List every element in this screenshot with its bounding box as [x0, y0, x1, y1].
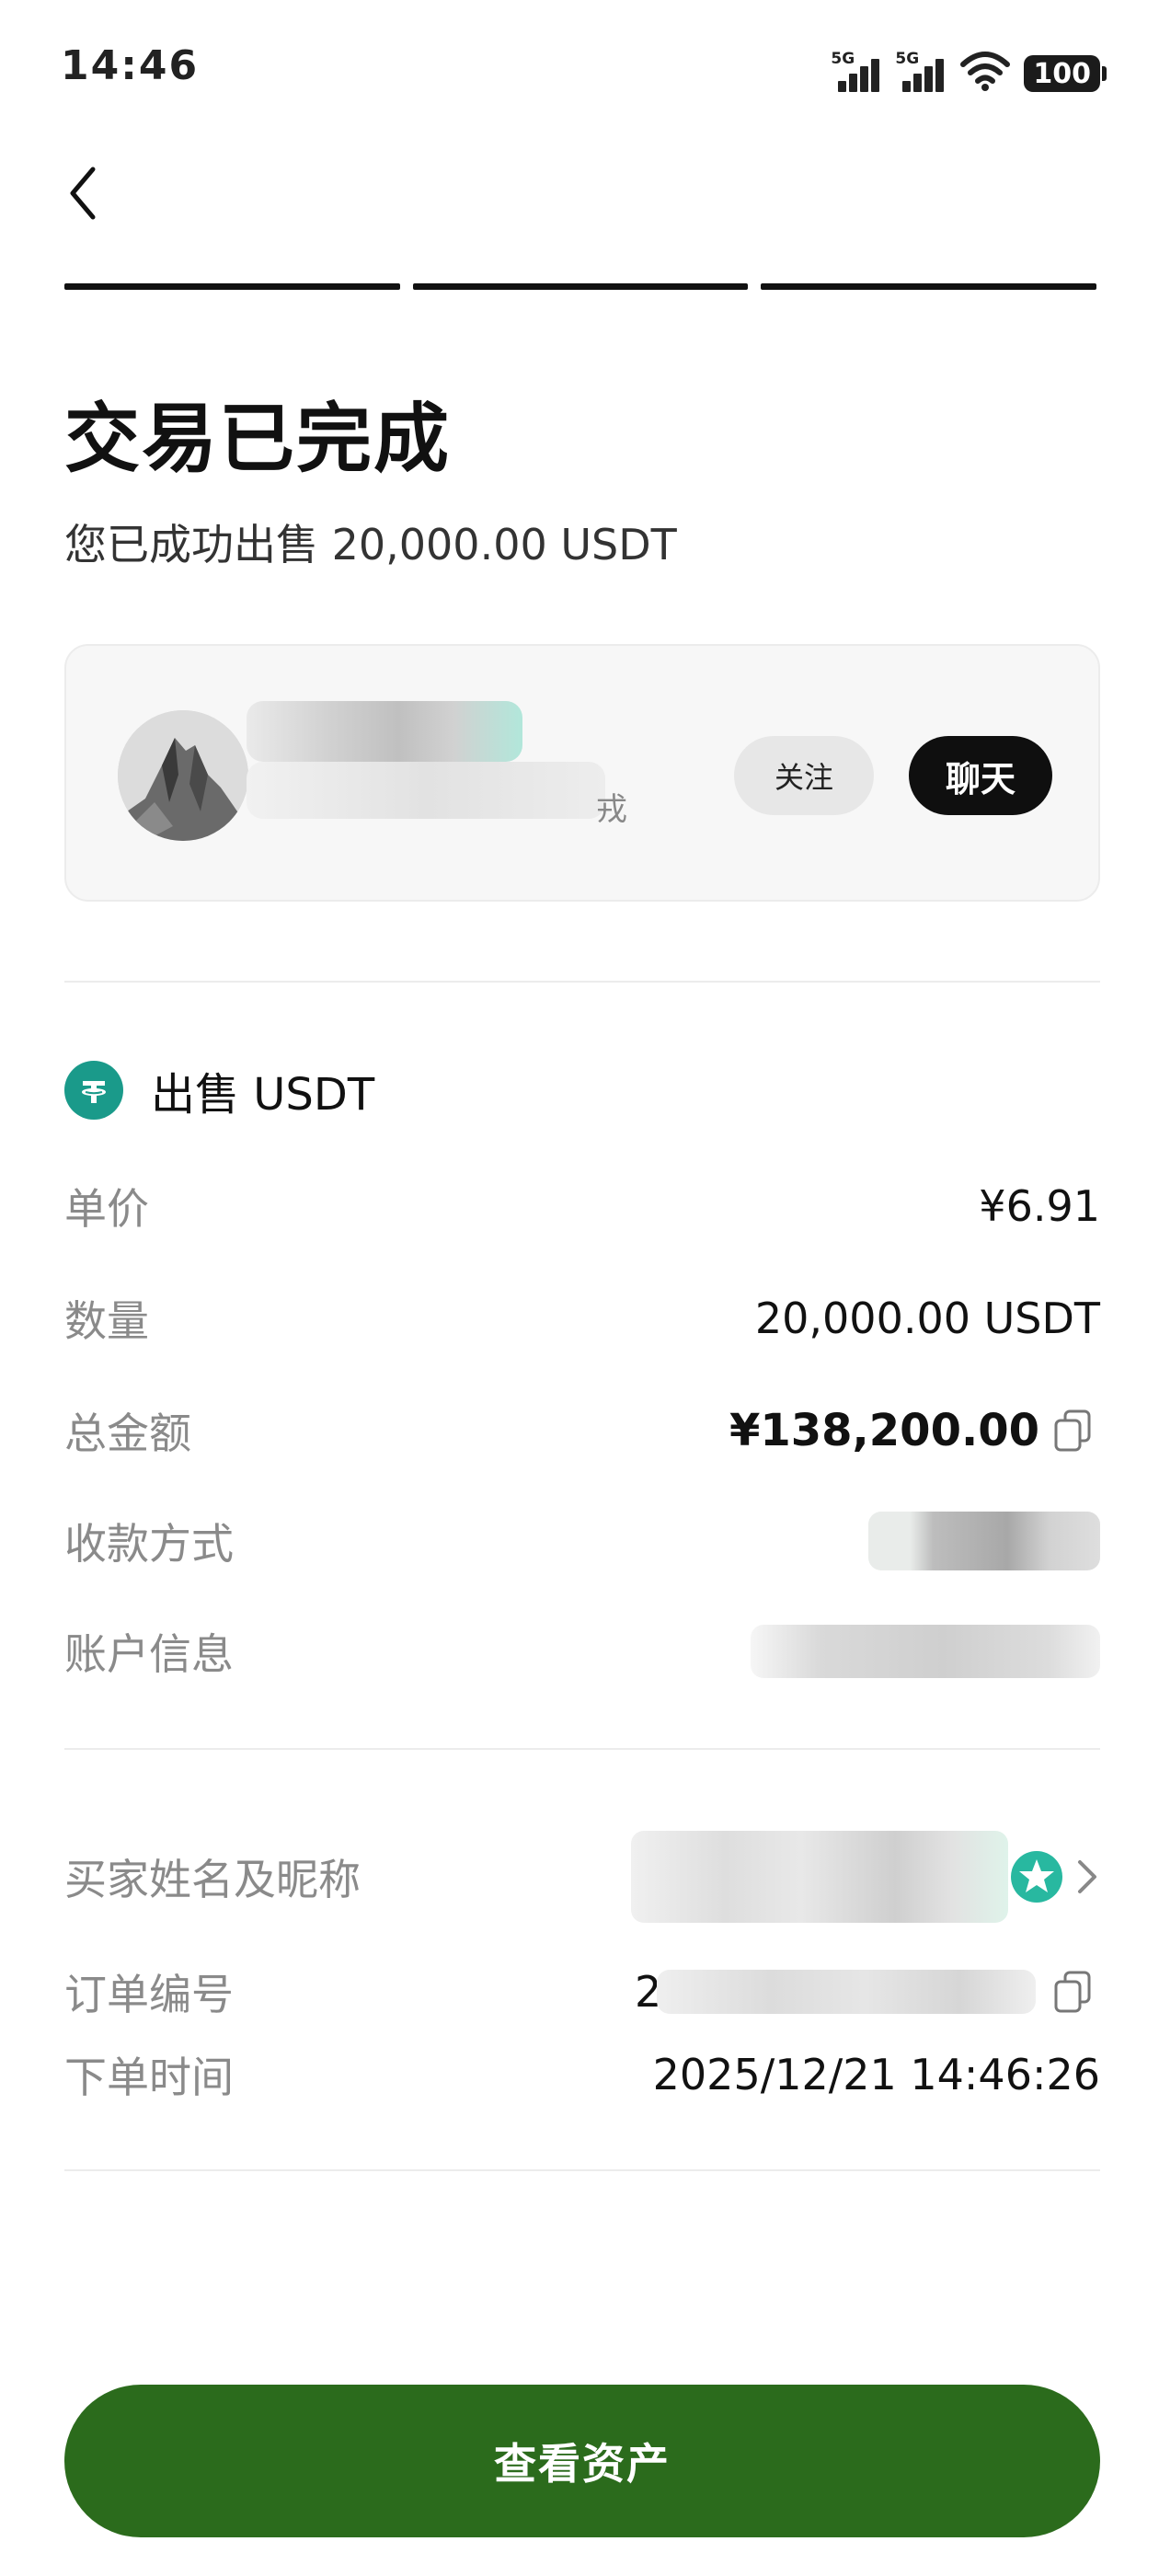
user-info-suffix: 戎: [596, 791, 627, 828]
divider: [64, 2169, 1100, 2171]
account-info-label: 账户信息: [64, 1629, 234, 1679]
counterparty-card: 戎 关注 聊天: [64, 644, 1100, 902]
chat-button[interactable]: 聊天: [909, 736, 1052, 815]
chevron-left-icon: [70, 167, 96, 220]
payment-method-label: 收款方式: [64, 1519, 234, 1569]
avatar[interactable]: [118, 710, 248, 841]
order-number-row: 订单编号 2: [64, 1960, 1100, 2024]
status-time: 14:46: [61, 42, 200, 89]
blurred-buyer-name: [631, 1831, 1008, 1923]
battery-level: 100: [1033, 57, 1091, 90]
section-title: 出售 USDT: [151, 1069, 375, 1121]
progress-step: [761, 283, 1097, 290]
blurred-order-number: [657, 1970, 1036, 2014]
progress-step: [64, 283, 400, 290]
back-button[interactable]: [55, 156, 110, 230]
blurred-nickname: [247, 701, 522, 762]
battery-icon: 100: [1024, 55, 1107, 92]
total-row: 总金额 ¥138,200.00: [64, 1398, 1100, 1463]
account-info-row: 账户信息: [64, 1619, 1100, 1684]
price-label: 单价: [64, 1184, 149, 1234]
price-value: ¥6.91: [979, 1181, 1100, 1231]
signal-label: 5G: [831, 50, 855, 68]
blurred-payment-method: [868, 1512, 1100, 1570]
divider: [64, 981, 1100, 983]
quantity-value: 20,000.00 USDT: [754, 1294, 1100, 1343]
view-assets-button[interactable]: 查看资产: [64, 2385, 1100, 2537]
order-number-label: 订单编号: [64, 1970, 234, 2019]
quantity-label: 数量: [64, 1296, 149, 1346]
page-title: 交易已完成: [64, 396, 452, 483]
order-time-label: 下单时间: [64, 2053, 234, 2102]
follow-button[interactable]: 关注: [734, 736, 874, 815]
payment-method-row: 收款方式: [64, 1509, 1100, 1573]
order-time-row: 下单时间 2025/12/21 14:46:26: [64, 2042, 1100, 2107]
wifi-icon: [960, 52, 1011, 91]
copy-icon[interactable]: [1054, 1409, 1091, 1452]
signal-label-2: 5G: [895, 50, 920, 68]
quantity-row: 数量 20,000.00 USDT: [64, 1286, 1100, 1351]
verified-badge-icon: [1011, 1851, 1062, 1903]
status-icons: 5G 5G 100: [831, 46, 1107, 92]
tether-icon: [64, 1061, 123, 1120]
status-bar: 14:46 5G 5G 100: [0, 0, 1159, 138]
blurred-user-info: [247, 762, 605, 819]
progress-steps: [64, 283, 1097, 291]
signal-icon-2: 5G: [895, 50, 947, 92]
buyer-name-row[interactable]: 买家姓名及昵称: [64, 1831, 1100, 1923]
price-row: 单价 ¥6.91: [64, 1174, 1100, 1238]
page-subtitle: 您已成功出售 20,000.00 USDT: [64, 520, 677, 569]
avatar-image: [118, 710, 248, 841]
chevron-right-icon[interactable]: [1074, 1857, 1100, 1897]
divider: [64, 1748, 1100, 1750]
blurred-account-info: [751, 1625, 1100, 1678]
buyer-name-label: 买家姓名及昵称: [64, 1855, 361, 1904]
order-time-value: 2025/12/21 14:46:26: [652, 2050, 1100, 2099]
progress-step: [412, 283, 749, 290]
section-header: 出售 USDT: [64, 1058, 374, 1122]
total-value: ¥138,200.00: [729, 1405, 1039, 1456]
total-label: 总金额: [64, 1409, 191, 1458]
signal-icon: 5G: [831, 50, 882, 92]
copy-icon[interactable]: [1054, 1971, 1091, 2013]
